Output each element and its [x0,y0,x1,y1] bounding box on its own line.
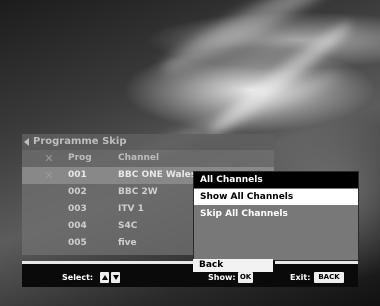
back-key-icon: BACK [314,272,344,283]
prog-number: 005 [68,238,87,248]
menu-option-all-channels[interactable]: All Channels [194,172,358,188]
down-arrow-key-icon [111,272,120,283]
skip-mark-icon[interactable]: ✕ [42,167,56,184]
footer-help-bar: Select: Show: OK Exit: BACK [22,261,358,287]
skip-options-menu: All Channels Show All Channels Skip All … [193,171,359,261]
prog-number: 003 [68,204,87,214]
up-arrow-key-icon [100,272,109,283]
ok-key-icon: OK [238,272,253,283]
background-light-streak [203,16,357,142]
show-hint-label: Show: [208,273,236,282]
prog-number: 002 [68,187,87,197]
back-option[interactable]: Back [193,259,273,272]
channel-name: BBC ONE Wales [118,170,197,180]
skip-column-icon: ✕ [44,152,54,165]
panel-header: Programme Skip [22,134,274,150]
column-header-row: ✕ Prog Channel [22,150,274,167]
channel-name: five [118,238,137,248]
menu-option-label: Show All Channels [200,192,294,202]
select-hint-label: Select: [62,273,94,282]
prog-number: 001 [68,170,87,180]
channel-name: BBC 2W [118,187,158,197]
menu-option-label: Skip All Channels [200,209,288,219]
menu-option-label: All Channels [200,175,263,185]
prog-column-header: Prog [68,153,92,163]
channel-name: ITV 1 [118,204,144,214]
menu-option-skip-all-channels[interactable]: Skip All Channels [194,206,358,222]
footer-divider [22,261,358,264]
panel-title: Programme Skip [33,136,127,147]
background-light-streak [155,0,345,82]
channel-column-header: Channel [118,153,160,163]
exit-hint-label: Exit: [290,273,311,282]
prog-number: 004 [68,221,87,231]
left-arrow-icon [24,138,29,146]
channel-name: S4C [118,221,138,231]
menu-option-show-all-channels[interactable]: Show All Channels [194,189,358,205]
back-option-label: Back [199,260,224,270]
